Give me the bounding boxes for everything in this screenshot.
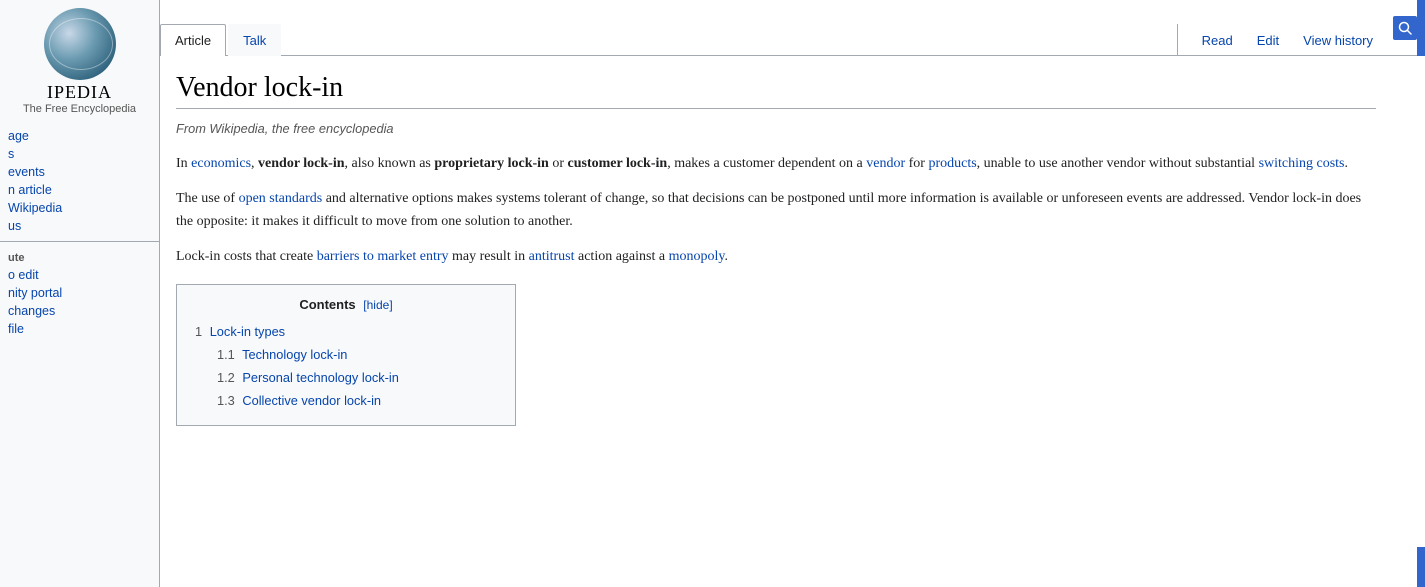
- sidebar-item-file[interactable]: file: [0, 320, 159, 338]
- toc-number-1-1: 1.1: [217, 347, 235, 362]
- sidebar-item-community[interactable]: nity portal: [0, 284, 159, 302]
- toc-number-1-2: 1.2: [217, 370, 235, 385]
- toc-link-1-2[interactable]: Personal technology lock-in: [242, 370, 399, 385]
- sidebar-tools-section-label: ute: [0, 248, 159, 266]
- from-wikipedia: From Wikipedia, the free encyclopedia: [176, 121, 1376, 136]
- sidebar-divider-1: [0, 241, 159, 242]
- sidebar: IPEDIA The Free Encyclopedia age s event…: [0, 0, 160, 587]
- article-paragraph-2: The use of open standards and alternativ…: [176, 187, 1376, 233]
- toc-number-1-3: 1.3: [217, 393, 235, 408]
- tab-view-history[interactable]: View history: [1291, 25, 1385, 56]
- right-accent-mid: [1417, 547, 1425, 587]
- link-vendor[interactable]: vendor: [866, 156, 905, 171]
- link-barriers[interactable]: barriers to market entry: [317, 249, 449, 264]
- search-svg: [1398, 21, 1412, 35]
- right-accent-bar: [1417, 0, 1425, 587]
- article-paragraph-1: In economics, vendor lock-in, also known…: [176, 152, 1376, 175]
- tab-article[interactable]: Article: [160, 24, 226, 56]
- sidebar-item-mainpage[interactable]: age: [0, 127, 159, 145]
- article-body: Vendor lock-in From Wikipedia, the free …: [176, 72, 1376, 571]
- right-accent-spacer: [1417, 56, 1425, 527]
- sidebar-item-about[interactable]: Wikipedia: [0, 199, 159, 217]
- link-products[interactable]: products: [928, 156, 976, 171]
- toc-title: Contents [hide]: [195, 297, 497, 312]
- sidebar-item-changes[interactable]: changes: [0, 302, 159, 320]
- toc-item-1-2: 1.2 Personal technology lock-in: [217, 366, 497, 389]
- tab-talk[interactable]: Talk: [228, 24, 281, 56]
- article-title: Vendor lock-in: [176, 72, 1376, 109]
- search-icon[interactable]: [1393, 16, 1417, 40]
- top-bar: Article Talk Read Edit View history: [160, 0, 1425, 56]
- toc-hide-button[interactable]: [hide]: [363, 298, 392, 312]
- link-open-standards[interactable]: open standards: [239, 191, 323, 206]
- view-tabs: Read Edit View history: [1177, 24, 1385, 55]
- link-switching-costs[interactable]: switching costs: [1259, 156, 1345, 171]
- toc-title-text: Contents: [299, 297, 355, 312]
- link-economics[interactable]: economics: [191, 156, 251, 171]
- article-paragraph-3: Lock-in costs that create barriers to ma…: [176, 245, 1376, 268]
- link-monopoly[interactable]: monopoly: [669, 249, 725, 264]
- main-area: Article Talk Read Edit View history Vend…: [160, 0, 1425, 587]
- toc-item-1-3: 1.3 Collective vendor lock-in: [217, 389, 497, 412]
- sidebar-logo-sub: The Free Encyclopedia: [23, 103, 136, 115]
- wikipedia-globe-logo: [44, 8, 116, 80]
- sidebar-navigation: age s events n article Wikipedia us ute …: [0, 119, 159, 346]
- toc-item-1: 1 Lock-in types: [195, 320, 497, 343]
- link-antitrust[interactable]: antitrust: [529, 249, 575, 264]
- toc-link-1-3[interactable]: Collective vendor lock-in: [242, 393, 381, 408]
- sidebar-item-random[interactable]: n article: [0, 181, 159, 199]
- toc-item-1-1: 1.1 Technology lock-in: [217, 343, 497, 366]
- sidebar-logo: IPEDIA The Free Encyclopedia: [0, 0, 159, 119]
- sidebar-item-contents[interactable]: s: [0, 145, 159, 163]
- sidebar-item-edit[interactable]: o edit: [0, 266, 159, 284]
- right-accent-top: [1417, 0, 1425, 56]
- toc-link-1-1[interactable]: Technology lock-in: [242, 347, 347, 362]
- article-tabs: Article Talk: [160, 23, 1169, 55]
- toc-link-1[interactable]: Lock-in types: [210, 324, 285, 339]
- tab-read[interactable]: Read: [1190, 25, 1245, 56]
- toc-number-1: 1: [195, 324, 202, 339]
- table-of-contents: Contents [hide] 1 Lock-in types 1.1 Tech…: [176, 284, 516, 425]
- content-area: Vendor lock-in From Wikipedia, the free …: [160, 56, 1425, 587]
- tab-edit[interactable]: Edit: [1245, 25, 1291, 56]
- sidebar-item-events[interactable]: events: [0, 163, 159, 181]
- sidebar-item-contact[interactable]: us: [0, 217, 159, 235]
- sidebar-logo-text: IPEDIA: [47, 82, 112, 103]
